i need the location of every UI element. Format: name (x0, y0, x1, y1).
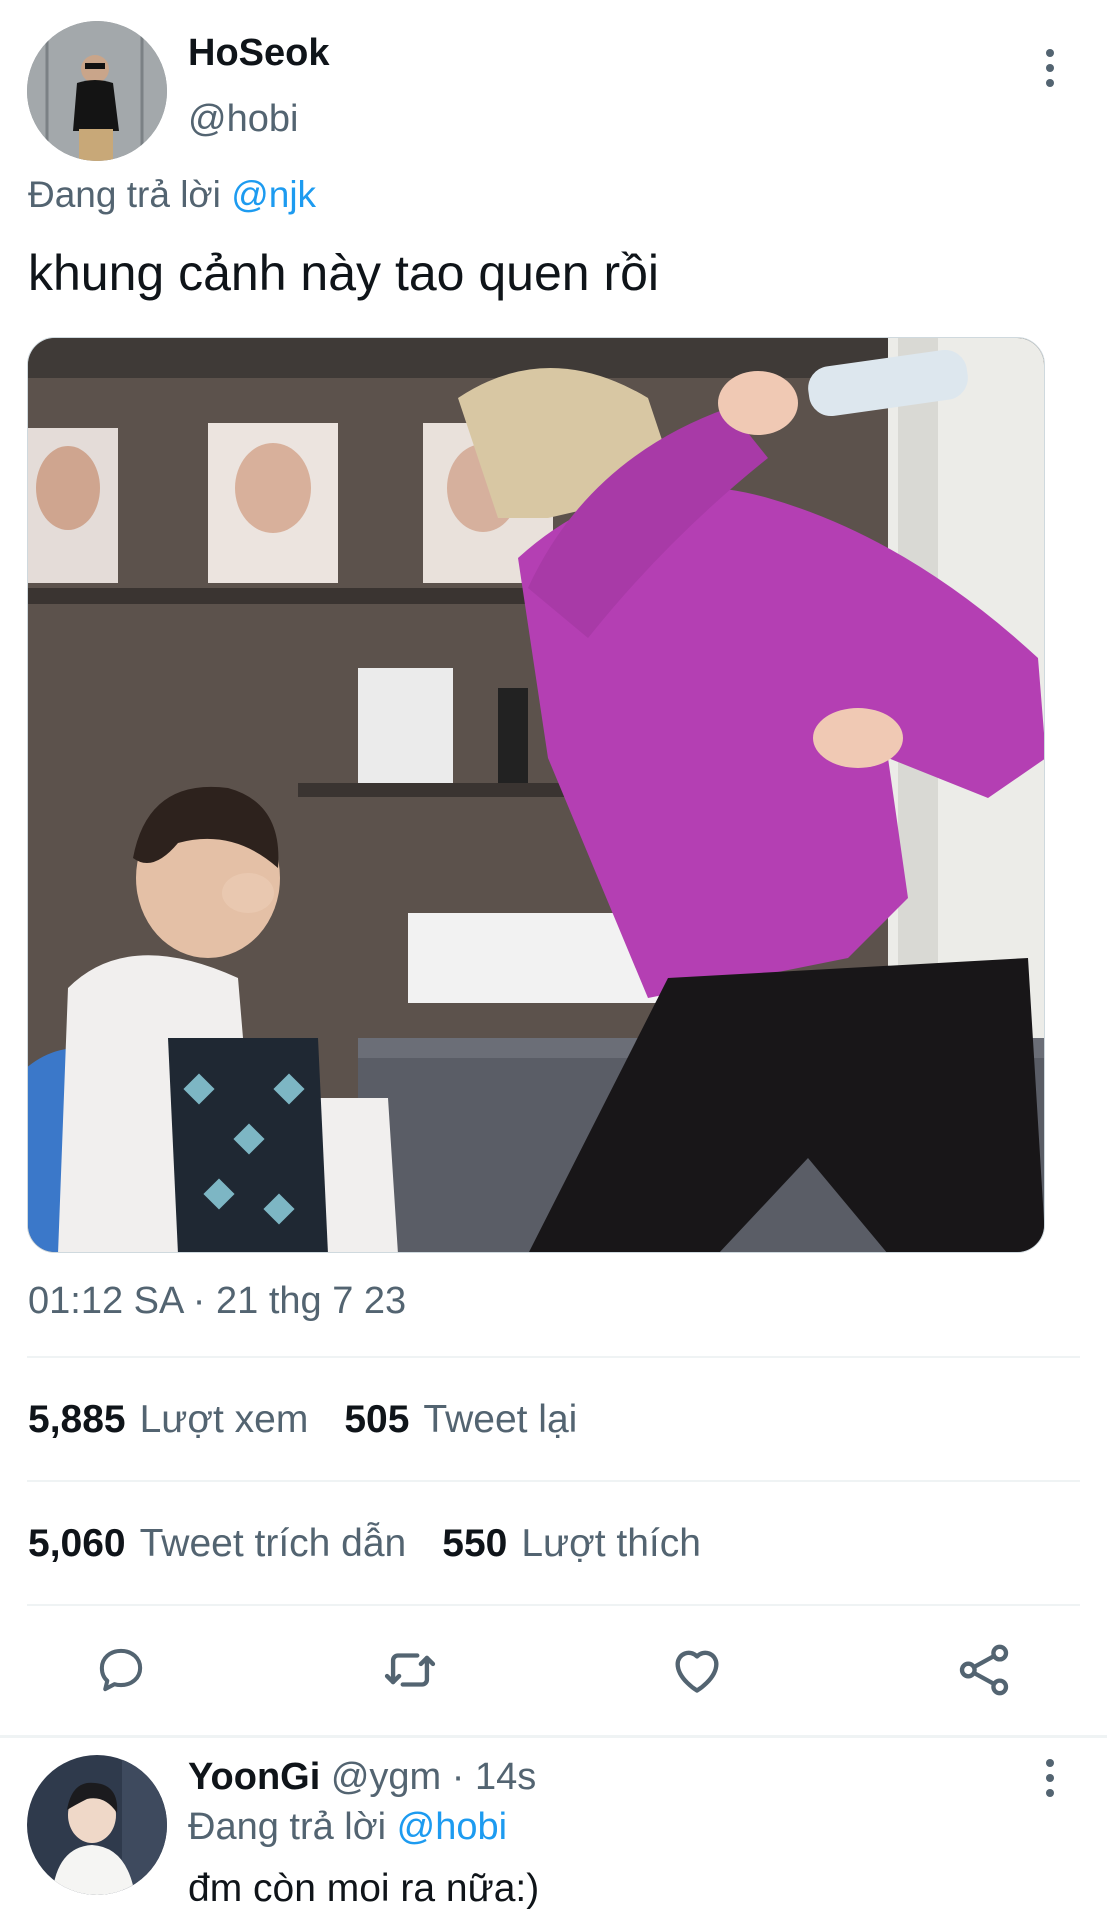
reply-time[interactable]: 14s (475, 1756, 536, 1798)
retweets-count: 505 (344, 1398, 410, 1441)
comment-icon[interactable] (86, 1630, 156, 1710)
likes-stat[interactable]: 550 Lượt thích (442, 1522, 701, 1566)
replying-prefix: Đang trả lời (28, 174, 232, 215)
tweet-text: khung cảnh này tao quen rồi (28, 245, 660, 301)
divider (27, 1604, 1080, 1606)
thread-divider (0, 1735, 1107, 1738)
heart-icon[interactable] (662, 1630, 732, 1710)
reply-author-avatar[interactable] (27, 1755, 167, 1895)
divider (27, 1356, 1080, 1358)
retweets-stat[interactable]: 505 Tweet lại (344, 1398, 577, 1442)
replying-to-mention[interactable]: @njk (231, 174, 316, 215)
reply-text: đm còn moi ra nữa:) (188, 1867, 540, 1910)
author-avatar[interactable] (27, 21, 167, 161)
quotes-label: Tweet trích dẫn (139, 1522, 407, 1565)
quotes-count: 5,060 (28, 1522, 126, 1565)
author-display-name[interactable]: HoSeok (188, 32, 329, 75)
retweet-icon[interactable] (375, 1630, 445, 1710)
likes-count: 550 (442, 1522, 508, 1565)
share-icon[interactable] (949, 1630, 1019, 1710)
reply-replying-to-mention[interactable]: @hobi (397, 1806, 507, 1848)
action-bar (0, 1630, 1107, 1710)
stats-row-1: 5,885 Lượt xem 505 Tweet lại (28, 1398, 577, 1442)
reply-separator: · (441, 1756, 475, 1798)
views-count: 5,885 (28, 1398, 126, 1441)
stats-row-2: 5,060 Tweet trích dẫn 550 Lượt thích (28, 1522, 701, 1566)
tweet-timestamp[interactable]: 01:12 SA · 21 thg 7 23 (28, 1280, 406, 1323)
replying-to-line: Đang trả lời @njk (28, 174, 316, 216)
views-label: Lượt xem (139, 1398, 309, 1441)
quotes-stat[interactable]: 5,060 Tweet trích dẫn (28, 1522, 406, 1566)
tweet-media-image[interactable] (27, 337, 1045, 1253)
likes-label: Lượt thích (521, 1522, 701, 1565)
author-handle[interactable]: @hobi (188, 98, 298, 141)
reply-more-options-icon[interactable] (1030, 1748, 1070, 1808)
reply-header: YoonGi @ygm · 14s (188, 1756, 536, 1799)
more-options-icon[interactable] (1030, 38, 1070, 98)
divider (27, 1480, 1080, 1482)
retweets-label: Tweet lại (423, 1398, 578, 1441)
reply-author-handle[interactable]: @ygm (331, 1756, 441, 1798)
reply-replying-to-line: Đang trả lời @hobi (188, 1806, 507, 1849)
reply-replying-prefix: Đang trả lời (188, 1806, 397, 1848)
views-stat[interactable]: 5,885 Lượt xem (28, 1398, 308, 1442)
reply-author-name[interactable]: YoonGi (188, 1756, 320, 1798)
